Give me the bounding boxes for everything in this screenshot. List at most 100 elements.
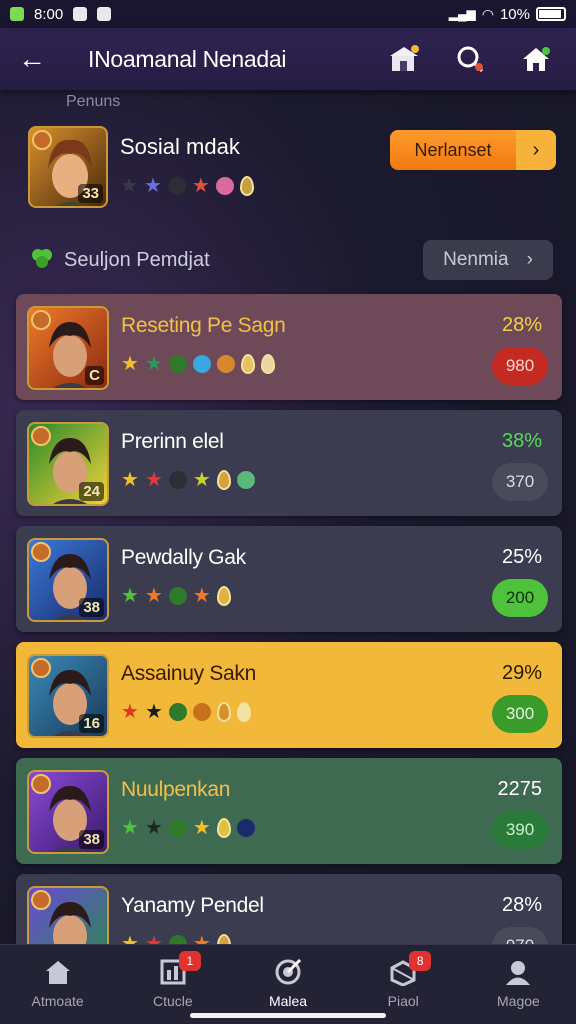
avatar[interactable]: 16 xyxy=(27,654,109,738)
level-badge: 33 xyxy=(78,184,103,203)
nav-label: Piaol xyxy=(387,993,419,1009)
player-percent: 28% xyxy=(501,894,542,916)
player-icon-row: ★★★ xyxy=(121,818,255,838)
gem-icon xyxy=(192,355,211,373)
player-percent: 29% xyxy=(501,662,542,684)
star-icon: ★ xyxy=(144,701,163,723)
nav-item-profile[interactable]: Magoe xyxy=(461,945,576,1024)
player-name: Pewdally Gak xyxy=(121,546,246,569)
gem-icon xyxy=(236,819,255,837)
avatar[interactable]: 33 xyxy=(28,126,108,208)
gem-icon xyxy=(168,703,187,721)
profile-icon xyxy=(502,957,534,987)
star-icon: ★ xyxy=(191,175,210,197)
target-icon xyxy=(272,957,304,987)
star-icon: ★ xyxy=(192,585,211,607)
section-more-button[interactable]: Nenmia › xyxy=(423,240,553,280)
level-badge: 38 xyxy=(79,598,104,617)
clover-icon xyxy=(30,246,54,275)
gem-icon xyxy=(192,703,211,721)
player-icon-row: ★ ★ xyxy=(121,354,275,374)
battery-icon xyxy=(536,7,566,21)
avatar[interactable]: 24 xyxy=(27,422,109,506)
player-card[interactable]: 16 Assainuy Sakn ★ ★ 29% 300 xyxy=(16,642,562,748)
level-badge: 24 xyxy=(79,482,104,501)
app-notification-icon xyxy=(10,7,24,21)
section-title: Seuljon Pemdjat xyxy=(64,248,210,271)
player-percent: 2275 xyxy=(497,778,543,800)
score-pill[interactable]: 300 xyxy=(492,695,548,733)
nav-label: Ctucle xyxy=(152,993,193,1009)
profile-action-label: Nerlanset xyxy=(414,139,492,160)
profile-name: Sosial mdak xyxy=(120,134,240,159)
star-icon: ★ xyxy=(144,817,163,839)
back-arrow-icon[interactable]: ← xyxy=(18,43,58,75)
box-icon: 8 xyxy=(387,951,432,987)
chevron-right-icon: › xyxy=(526,249,533,270)
star-icon: ★ xyxy=(144,353,163,375)
score-pill[interactable]: 980 xyxy=(492,347,548,385)
nav-label: Magoe xyxy=(497,993,540,1009)
status-time: 8:00 xyxy=(34,5,64,23)
search-icon[interactable] xyxy=(448,37,492,81)
level-badge: C xyxy=(85,366,104,385)
battery-percent: 10% xyxy=(499,5,530,23)
player-name: Nuulpenkan xyxy=(121,778,231,801)
star-icon: ★ xyxy=(144,469,163,491)
home-icon[interactable] xyxy=(514,37,558,81)
egg-icon xyxy=(216,818,231,838)
star-icon: ★ xyxy=(121,585,139,607)
player-percent: 25% xyxy=(501,546,542,568)
egg-icon xyxy=(216,470,231,490)
player-icon-row: ★ ★ xyxy=(121,702,251,722)
profile-card: 33 Sosial mdak ★ ★ ★ Nerlanset › xyxy=(28,126,556,212)
bottom-nav: Atmoate 1 Ctucle Malea 8 Piaol Magoe xyxy=(0,944,576,1024)
avatar[interactable]: 38 xyxy=(27,770,109,854)
player-name: Assainuy Sakn xyxy=(121,662,257,685)
signal-icon: ▂▄▆ xyxy=(448,7,476,21)
player-card[interactable]: 24 Prerinn elel ★ ★ ★ 38% 370 xyxy=(16,410,562,516)
egg-icon xyxy=(216,586,231,606)
egg-icon xyxy=(260,354,275,374)
home-icon xyxy=(42,957,74,987)
gem-icon xyxy=(168,819,187,837)
star-icon: ★ xyxy=(192,469,211,491)
egg-icon xyxy=(239,176,254,196)
page-title: INoamanal Nenadai xyxy=(88,45,287,72)
player-card[interactable]: C Reseting Pe Sagn ★ ★ 28% 980 xyxy=(16,294,562,400)
score-pill[interactable]: 200 xyxy=(492,579,548,617)
avatar[interactable]: C xyxy=(27,306,109,390)
score-pill[interactable]: 390 xyxy=(492,811,548,849)
score-pill[interactable]: 370 xyxy=(492,463,548,501)
player-icon-row: ★★★ xyxy=(121,586,231,606)
gem-icon xyxy=(236,471,255,489)
player-name: Prerinn elel xyxy=(121,430,224,453)
player-card[interactable]: 38 Pewdally Gak ★ ★ ★ 25% 200 xyxy=(16,526,562,632)
nav-item-home[interactable]: Atmoate xyxy=(0,945,115,1024)
gem-icon xyxy=(168,471,187,489)
player-name: Reseting Pe Sagn xyxy=(121,314,286,337)
profile-icon-row: ★ ★ ★ xyxy=(120,176,254,196)
star-icon: ★ xyxy=(121,817,139,839)
profile-action-button[interactable]: Nerlanset › xyxy=(390,130,556,170)
star-icon: ★ xyxy=(121,469,139,491)
star-icon: ★ xyxy=(120,175,138,197)
shop-icon[interactable] xyxy=(382,37,426,81)
notification-badge: 1 xyxy=(178,951,201,971)
egg-icon xyxy=(240,354,255,374)
egg-icon xyxy=(216,702,231,722)
player-percent: 28% xyxy=(501,314,542,336)
notification-badge: 8 xyxy=(409,951,432,971)
gem-icon xyxy=(215,177,234,195)
player-percent: 38% xyxy=(501,430,542,452)
nav-label: Malea xyxy=(268,993,308,1009)
gem-icon xyxy=(168,355,187,373)
player-name: Yanamy Pendel xyxy=(121,894,264,917)
player-card[interactable]: 38 Nuulpenkan ★ ★ ★ 2275 390 xyxy=(16,758,562,864)
status-bar: 8:00 ▂▄▆ ◠ 10% xyxy=(0,0,576,28)
egg-icon xyxy=(236,702,251,722)
avatar[interactable]: 38 xyxy=(27,538,109,622)
gem-icon xyxy=(216,355,235,373)
media-notification-icon xyxy=(97,7,112,21)
level-badge: 16 xyxy=(79,714,104,733)
